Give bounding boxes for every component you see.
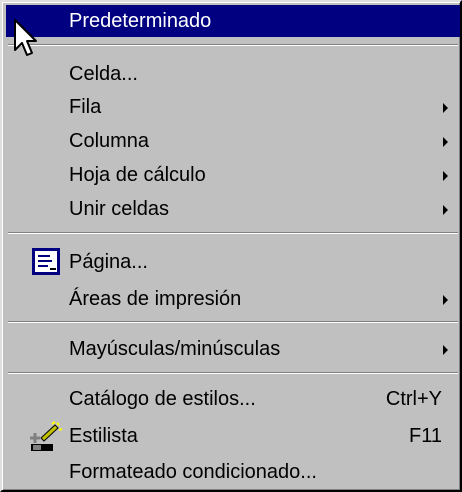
menu-item-mayusculas-minusculas[interactable]: Mayúsculas/minúsculas: [6, 333, 460, 365]
menu-item-pagina[interactable]: Página...: [6, 246, 460, 278]
menu-separator: [8, 321, 458, 323]
menu-item-label: Unir celdas: [69, 198, 170, 220]
menu-item-columna[interactable]: Columna: [6, 125, 460, 157]
menu-item-shortcut: Ctrl+Y: [385, 388, 442, 410]
menu-item-predeterminado[interactable]: Predeterminado: [6, 5, 460, 37]
menu-item-formateado-condicionado[interactable]: Formateado condicionado...: [6, 456, 460, 488]
page-setup-icon: [32, 248, 60, 275]
menu-separator: [8, 44, 458, 46]
menu-item-label: Columna: [69, 130, 150, 152]
menu-separator: [8, 372, 458, 374]
menu-separator: [8, 232, 458, 234]
stylist-icon: [30, 421, 63, 451]
menu-item-label: Fila: [69, 96, 102, 118]
menu-item-label: Mayúsculas/minúsculas: [69, 338, 281, 360]
mouse-pointer-icon: [14, 19, 37, 56]
menu-item-label: Página...: [69, 251, 148, 273]
menu-item-estilista[interactable]: Estilista F11: [6, 420, 460, 452]
menu-item-celda[interactable]: Celda...: [6, 58, 460, 90]
menu-item-shortcut: F11: [409, 425, 442, 447]
submenu-arrow-icon: [443, 295, 448, 305]
menu-item-label: Predeterminado: [69, 10, 212, 32]
menu-item-label: Estilista: [69, 425, 138, 447]
menu-item-label: Celda...: [69, 63, 138, 85]
menu-item-label: Catálogo de estilos...: [69, 388, 256, 410]
submenu-arrow-icon: [443, 137, 448, 147]
menu-item-hoja-de-calculo[interactable]: Hoja de cálculo: [6, 159, 460, 191]
menu-item-unir-celdas[interactable]: Unir celdas: [6, 193, 460, 225]
submenu-arrow-icon: [443, 171, 448, 181]
menu-item-label: Hoja de cálculo: [69, 164, 206, 186]
submenu-arrow-icon: [443, 345, 448, 355]
format-context-menu: Predeterminado Celda... Fila Columna Hoj…: [0, 0, 462, 492]
menu-item-areas-de-impresion[interactable]: Áreas de impresión: [6, 283, 460, 315]
menu-item-fila[interactable]: Fila: [6, 91, 460, 123]
submenu-arrow-icon: [443, 205, 448, 215]
submenu-arrow-icon: [443, 103, 448, 113]
menu-item-catalogo-de-estilos[interactable]: Catálogo de estilos... Ctrl+Y: [6, 383, 460, 415]
menu-item-label: Áreas de impresión: [69, 288, 242, 310]
menu-item-label: Formateado condicionado...: [69, 461, 317, 483]
